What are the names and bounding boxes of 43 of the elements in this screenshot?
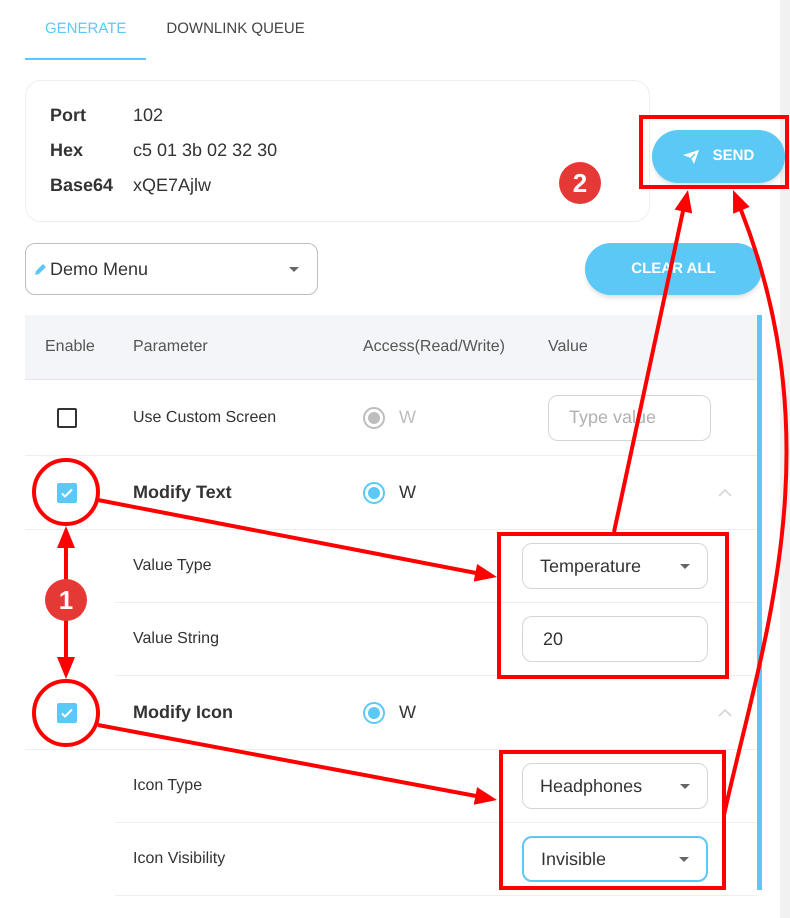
step-badge: 2	[559, 162, 601, 204]
column-header: Access(Read/Write)	[363, 338, 505, 355]
value-select[interactable]: Temperature	[522, 543, 708, 589]
chevron-up-icon[interactable]	[718, 708, 732, 716]
radio-button[interactable]	[363, 702, 385, 724]
menu-select[interactable]: Demo Menu	[25, 243, 318, 295]
field-label: Port	[50, 104, 87, 127]
caret-icon	[680, 564, 690, 568]
checkbox[interactable]	[57, 702, 77, 722]
caret-icon	[679, 856, 689, 862]
value-select[interactable]: Headphones	[522, 763, 708, 809]
parameter-name: Modify Text	[133, 482, 232, 502]
radio-button[interactable]	[363, 482, 385, 504]
column-header: Value	[548, 338, 588, 355]
sub-parameter-name: Icon Visibility	[133, 850, 226, 867]
field-value: 102	[133, 104, 164, 127]
parameter-name: Use Custom Screen	[133, 408, 276, 426]
chevron-up-icon[interactable]	[718, 488, 732, 496]
sub-parameter-name: Value Type	[133, 557, 212, 574]
column-header: Parameter	[133, 338, 208, 355]
sub-parameter-name: Value String	[133, 630, 219, 647]
send-icon	[682, 150, 699, 164]
checkbox[interactable]	[57, 482, 77, 502]
field-value: xQE7Ajlw	[133, 174, 212, 197]
access-label: W	[399, 481, 416, 504]
access-label: W	[399, 701, 416, 724]
value-field[interactable]: 20	[522, 616, 708, 662]
value-select[interactable]: Invisible	[522, 836, 708, 882]
field-label: Base64	[50, 174, 114, 197]
sub-parameter-name: Icon Type	[133, 777, 202, 794]
caret-icon	[289, 266, 299, 272]
caret-icon	[680, 784, 690, 788]
checkbox[interactable]	[57, 408, 77, 428]
column-header: Enable	[45, 338, 95, 355]
parameter-name: Modify Icon	[133, 702, 233, 722]
pencil-icon	[34, 262, 48, 276]
annotation-circle	[32, 458, 100, 526]
step-badge: 1	[45, 579, 87, 621]
tab[interactable]: DOWNLINK QUEUE	[146, 0, 325, 60]
access-label: W	[399, 406, 416, 429]
field-label: Hex	[50, 139, 84, 162]
annotation-circle	[32, 679, 100, 747]
field-value: c5 01 3b 02 32 30	[133, 139, 278, 162]
